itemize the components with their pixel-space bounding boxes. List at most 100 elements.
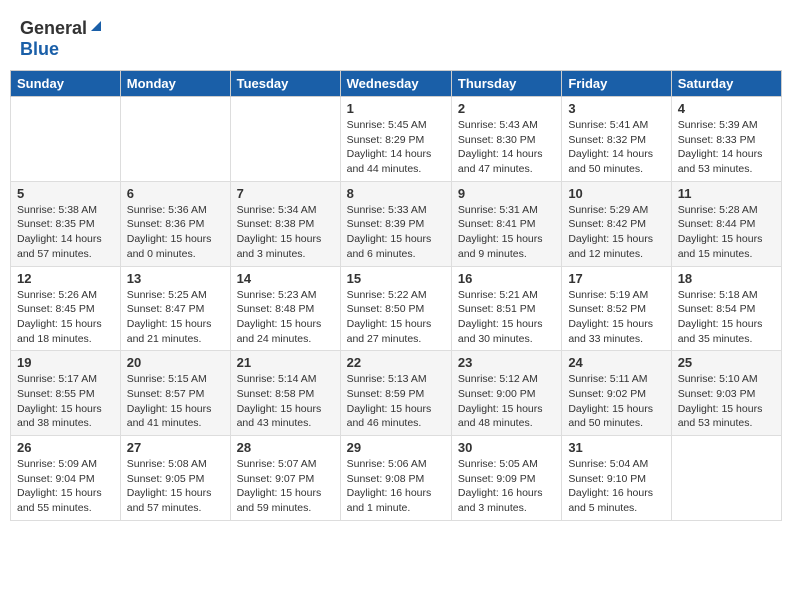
calendar-week-1: 1 Sunrise: 5:45 AM Sunset: 8:29 PM Daylig…	[11, 97, 782, 182]
calendar-cell: 12 Sunrise: 5:26 AM Sunset: 8:45 PM Dayli…	[11, 266, 121, 351]
day-info: Sunrise: 5:13 AM Sunset: 8:59 PM Dayligh…	[347, 372, 445, 431]
day-number: 1	[347, 101, 445, 116]
logo-general: General	[20, 18, 87, 39]
calendar-cell: 7 Sunrise: 5:34 AM Sunset: 8:38 PM Daylig…	[230, 181, 340, 266]
day-info: Sunrise: 5:22 AM Sunset: 8:50 PM Dayligh…	[347, 288, 445, 347]
calendar-cell: 17 Sunrise: 5:19 AM Sunset: 8:52 PM Dayli…	[562, 266, 671, 351]
day-number: 6	[127, 186, 224, 201]
day-info: Sunrise: 5:14 AM Sunset: 8:58 PM Dayligh…	[237, 372, 334, 431]
day-info: Sunrise: 5:08 AM Sunset: 9:05 PM Dayligh…	[127, 457, 224, 516]
calendar-cell: 10Sunrise: 5:29 AM Sunset: 8:42 PM Dayli…	[562, 181, 671, 266]
day-header-friday: Friday	[562, 71, 671, 97]
calendar-cell: 6 Sunrise: 5:36 AM Sunset: 8:36 PM Daylig…	[120, 181, 230, 266]
day-number: 22	[347, 355, 445, 370]
day-info: Sunrise: 5:23 AM Sunset: 8:48 PM Dayligh…	[237, 288, 334, 347]
day-number: 18	[678, 271, 775, 286]
day-number: 31	[568, 440, 664, 455]
header: General Blue	[10, 10, 782, 66]
calendar-cell: 25 Sunrise: 5:10 AM Sunset: 9:03 PM Dayli…	[671, 351, 781, 436]
day-info: Sunrise: 5:07 AM Sunset: 9:07 PM Dayligh…	[237, 457, 334, 516]
calendar-cell: 16 Sunrise: 5:21 AM Sunset: 8:51 PM Dayli…	[451, 266, 561, 351]
calendar-cell: 23Sunrise: 5:12 AM Sunset: 9:00 PM Dayli…	[451, 351, 561, 436]
day-header-monday: Monday	[120, 71, 230, 97]
day-number: 26	[17, 440, 114, 455]
day-number: 14	[237, 271, 334, 286]
day-info: Sunrise: 5:05 AM Sunset: 9:09 PM Dayligh…	[458, 457, 555, 516]
day-number: 13	[127, 271, 224, 286]
day-info: Sunrise: 5:15 AM Sunset: 8:57 PM Dayligh…	[127, 372, 224, 431]
day-info: Sunrise: 5:26 AM Sunset: 8:45 PM Dayligh…	[17, 288, 114, 347]
day-number: 27	[127, 440, 224, 455]
day-header-sunday: Sunday	[11, 71, 121, 97]
calendar-cell: 11 Sunrise: 5:28 AM Sunset: 8:44 PM Dayli…	[671, 181, 781, 266]
calendar-cell: 27 Sunrise: 5:08 AM Sunset: 9:05 PM Dayli…	[120, 436, 230, 521]
calendar-cell: 24 Sunrise: 5:11 AM Sunset: 9:02 PM Dayli…	[562, 351, 671, 436]
calendar-cell	[230, 97, 340, 182]
day-header-wednesday: Wednesday	[340, 71, 451, 97]
day-info: Sunrise: 5:11 AM Sunset: 9:02 PM Dayligh…	[568, 372, 664, 431]
day-number: 16	[458, 271, 555, 286]
logo: General Blue	[20, 18, 103, 60]
calendar-cell: 28 Sunrise: 5:07 AM Sunset: 9:07 PM Dayli…	[230, 436, 340, 521]
calendar-cell: 3 Sunrise: 5:41 AM Sunset: 8:32 PM Daylig…	[562, 97, 671, 182]
day-header-tuesday: Tuesday	[230, 71, 340, 97]
calendar-cell: 14 Sunrise: 5:23 AM Sunset: 8:48 PM Dayli…	[230, 266, 340, 351]
day-header-thursday: Thursday	[451, 71, 561, 97]
calendar-cell: 13 Sunrise: 5:25 AM Sunset: 8:47 PM Dayli…	[120, 266, 230, 351]
day-info: Sunrise: 5:10 AM Sunset: 9:03 PM Dayligh…	[678, 372, 775, 431]
day-info: Sunrise: 5:18 AM Sunset: 8:54 PM Dayligh…	[678, 288, 775, 347]
day-info: Sunrise: 5:45 AM Sunset: 8:29 PM Dayligh…	[347, 118, 445, 177]
day-info: Sunrise: 5:25 AM Sunset: 8:47 PM Dayligh…	[127, 288, 224, 347]
calendar-week-2: 5Sunrise: 5:38 AM Sunset: 8:35 PM Daylig…	[11, 181, 782, 266]
day-number: 8	[347, 186, 445, 201]
day-info: Sunrise: 5:28 AM Sunset: 8:44 PM Dayligh…	[678, 203, 775, 262]
day-number: 17	[568, 271, 664, 286]
day-number: 15	[347, 271, 445, 286]
day-info: Sunrise: 5:43 AM Sunset: 8:30 PM Dayligh…	[458, 118, 555, 177]
logo-triangle-icon	[89, 19, 103, 38]
day-info: Sunrise: 5:41 AM Sunset: 8:32 PM Dayligh…	[568, 118, 664, 177]
day-info: Sunrise: 5:09 AM Sunset: 9:04 PM Dayligh…	[17, 457, 114, 516]
day-info: Sunrise: 5:31 AM Sunset: 8:41 PM Dayligh…	[458, 203, 555, 262]
day-info: Sunrise: 5:33 AM Sunset: 8:39 PM Dayligh…	[347, 203, 445, 262]
day-info: Sunrise: 5:38 AM Sunset: 8:35 PM Dayligh…	[17, 203, 114, 262]
calendar-cell: 4 Sunrise: 5:39 AM Sunset: 8:33 PM Daylig…	[671, 97, 781, 182]
calendar-cell: 9Sunrise: 5:31 AM Sunset: 8:41 PM Daylig…	[451, 181, 561, 266]
day-number: 24	[568, 355, 664, 370]
day-number: 7	[237, 186, 334, 201]
day-info: Sunrise: 5:17 AM Sunset: 8:55 PM Dayligh…	[17, 372, 114, 431]
day-info: Sunrise: 5:19 AM Sunset: 8:52 PM Dayligh…	[568, 288, 664, 347]
day-number: 12	[17, 271, 114, 286]
calendar-cell: 26 Sunrise: 5:09 AM Sunset: 9:04 PM Dayli…	[11, 436, 121, 521]
calendar-cell: 21 Sunrise: 5:14 AM Sunset: 8:58 PM Dayli…	[230, 351, 340, 436]
day-number: 4	[678, 101, 775, 116]
calendar-cell: 8 Sunrise: 5:33 AM Sunset: 8:39 PM Daylig…	[340, 181, 451, 266]
calendar-cell	[120, 97, 230, 182]
day-number: 23	[458, 355, 555, 370]
day-info: Sunrise: 5:04 AM Sunset: 9:10 PM Dayligh…	[568, 457, 664, 516]
logo-blue: Blue	[20, 39, 59, 59]
day-number: 30	[458, 440, 555, 455]
day-info: Sunrise: 5:39 AM Sunset: 8:33 PM Dayligh…	[678, 118, 775, 177]
calendar-cell: 5Sunrise: 5:38 AM Sunset: 8:35 PM Daylig…	[11, 181, 121, 266]
calendar-table: SundayMondayTuesdayWednesdayThursdayFrid…	[10, 70, 782, 521]
day-number: 25	[678, 355, 775, 370]
calendar-cell	[671, 436, 781, 521]
calendar-cell: 30 Sunrise: 5:05 AM Sunset: 9:09 PM Dayli…	[451, 436, 561, 521]
calendar-week-4: 19Sunrise: 5:17 AM Sunset: 8:55 PM Dayli…	[11, 351, 782, 436]
day-number: 11	[678, 186, 775, 201]
calendar-cell: 19Sunrise: 5:17 AM Sunset: 8:55 PM Dayli…	[11, 351, 121, 436]
calendar-cell: 15 Sunrise: 5:22 AM Sunset: 8:50 PM Dayli…	[340, 266, 451, 351]
calendar-cell: 31 Sunrise: 5:04 AM Sunset: 9:10 PM Dayli…	[562, 436, 671, 521]
day-info: Sunrise: 5:29 AM Sunset: 8:42 PM Dayligh…	[568, 203, 664, 262]
calendar-cell: 1 Sunrise: 5:45 AM Sunset: 8:29 PM Daylig…	[340, 97, 451, 182]
day-number: 28	[237, 440, 334, 455]
day-number: 29	[347, 440, 445, 455]
day-number: 21	[237, 355, 334, 370]
day-info: Sunrise: 5:34 AM Sunset: 8:38 PM Dayligh…	[237, 203, 334, 262]
day-info: Sunrise: 5:21 AM Sunset: 8:51 PM Dayligh…	[458, 288, 555, 347]
day-number: 3	[568, 101, 664, 116]
day-info: Sunrise: 5:36 AM Sunset: 8:36 PM Dayligh…	[127, 203, 224, 262]
day-info: Sunrise: 5:06 AM Sunset: 9:08 PM Dayligh…	[347, 457, 445, 516]
calendar-week-3: 12 Sunrise: 5:26 AM Sunset: 8:45 PM Dayli…	[11, 266, 782, 351]
